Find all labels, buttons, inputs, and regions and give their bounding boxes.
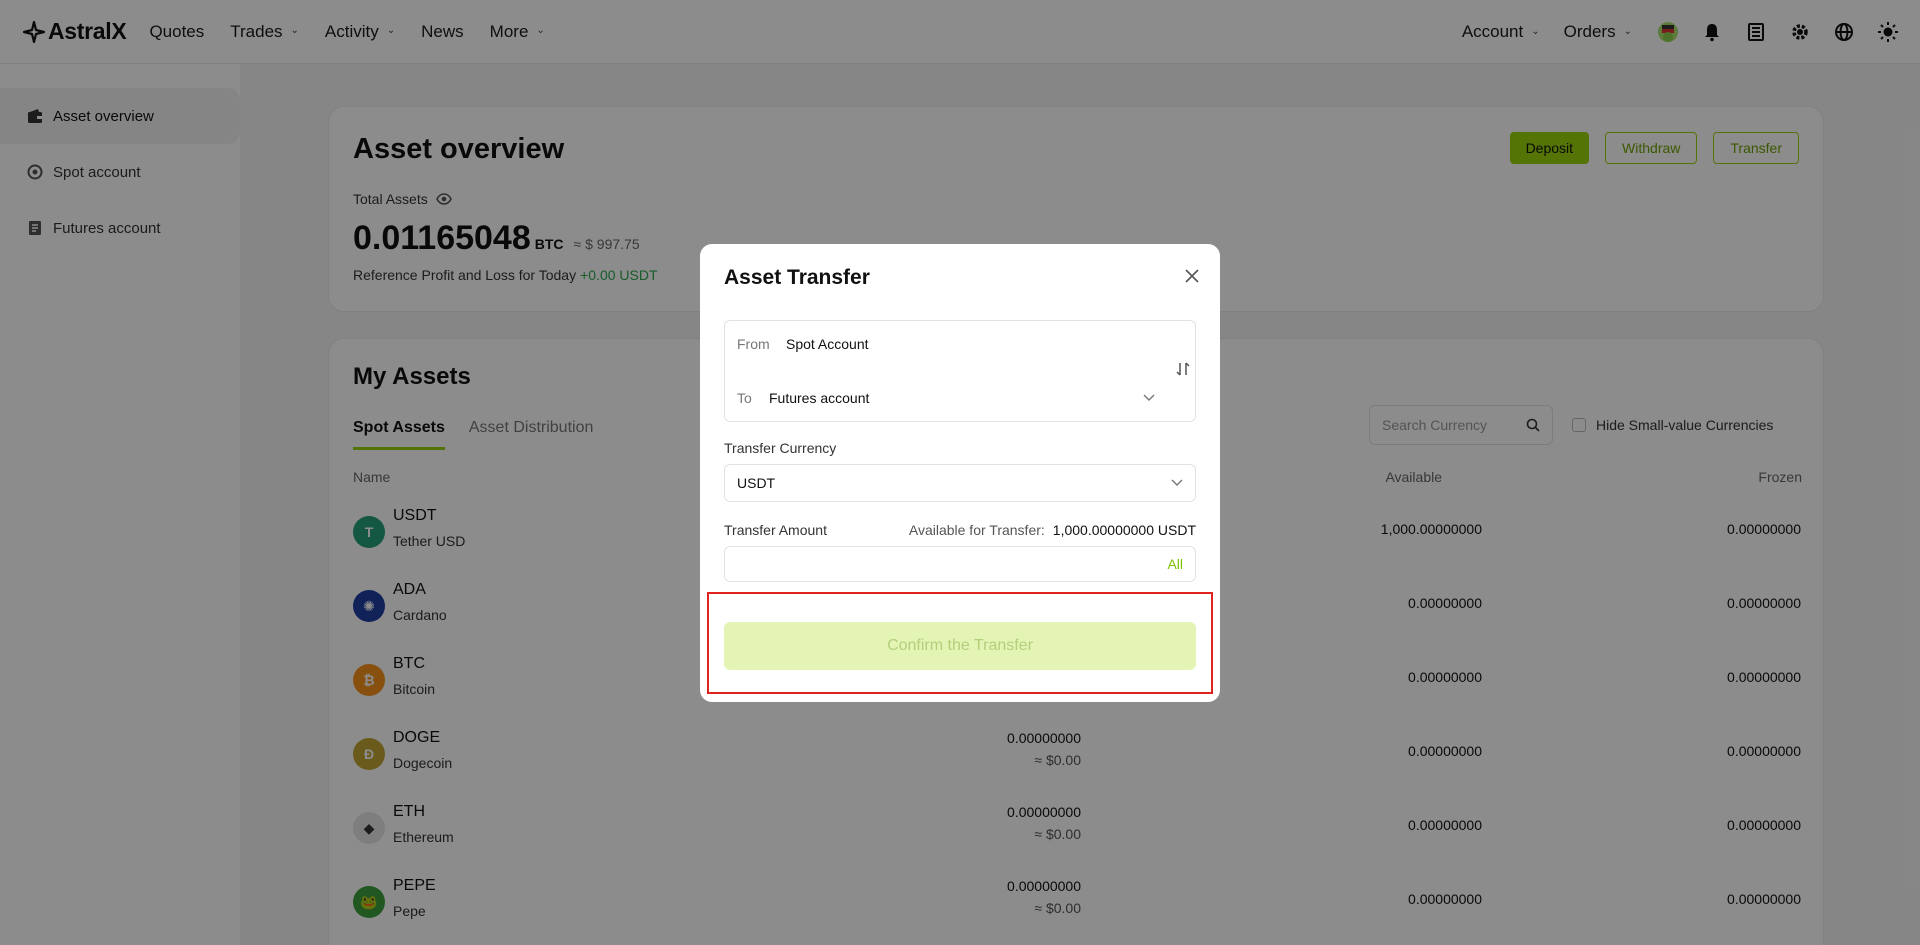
amount-field: All <box>724 546 1196 582</box>
available-value: 1,000.00000000 USDT <box>1052 522 1196 538</box>
transfer-amount-label: Transfer Amount <box>724 522 827 538</box>
from-value: Spot Account <box>786 336 869 352</box>
all-button[interactable]: All <box>1167 556 1183 572</box>
currency-value: USDT <box>737 475 776 491</box>
to-value[interactable]: Futures account <box>769 390 869 406</box>
available-label: Available for Transfer: <box>908 522 1045 538</box>
chevron-down-icon <box>1171 479 1183 486</box>
swap-icon[interactable] <box>1175 361 1191 377</box>
from-label: From <box>737 336 770 352</box>
close-icon[interactable] <box>1182 266 1202 286</box>
modal-title: Asset Transfer <box>724 266 870 289</box>
from-to-box: From Spot Account To Futures account <box>724 320 1196 422</box>
currency-select[interactable]: USDT <box>724 464 1196 502</box>
asset-transfer-modal: Asset Transfer From Spot Account To Futu… <box>700 244 1220 702</box>
transfer-currency-label: Transfer Currency <box>724 440 837 456</box>
to-label: To <box>737 390 752 406</box>
available-for-transfer: Available for Transfer: 1,000.00000000 US… <box>909 522 1196 538</box>
chevron-down-icon[interactable] <box>1143 389 1155 407</box>
confirm-transfer-button[interactable]: Confirm the Transfer <box>724 622 1196 670</box>
amount-input[interactable] <box>725 547 1125 581</box>
